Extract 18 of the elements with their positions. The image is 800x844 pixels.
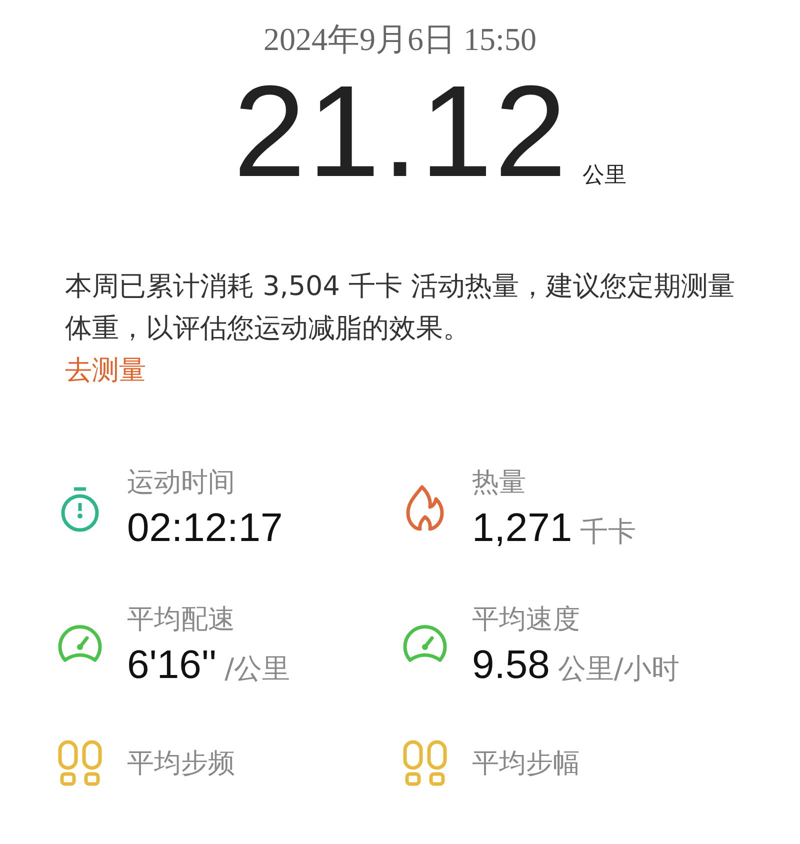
stat-unit: 千卡 (580, 514, 636, 550)
stat-unit: /公里 (224, 651, 290, 687)
stat-label: 平均速度 (472, 603, 581, 637)
distance-unit: 公里 (582, 162, 627, 190)
stat-unit: 公里/小时 (558, 651, 680, 687)
stat-label: 平均步频 (127, 747, 235, 781)
stat-value: 6'16'' (127, 643, 217, 688)
summary-text: 本周已累计消耗 3,504 千卡 活动热量，建议您定期测量体重，以评估您运动减脂的效果。 (65, 270, 736, 346)
stat-label: 运动时间 (127, 466, 236, 500)
stat-label: 平均配速 (127, 603, 236, 637)
stat-value: 02:12:17 (127, 506, 283, 551)
stat-value: 9.58 (472, 643, 550, 688)
distance-value: 21.12 (233, 66, 569, 196)
stat-value: 1,271 (472, 506, 572, 551)
measure-link[interactable]: 去测量 (65, 350, 146, 392)
stat-label: 平均步幅 (472, 747, 580, 781)
stat-label: 热量 (472, 466, 527, 500)
date-time: 2024年9月6日 15:50 (262, 20, 538, 59)
